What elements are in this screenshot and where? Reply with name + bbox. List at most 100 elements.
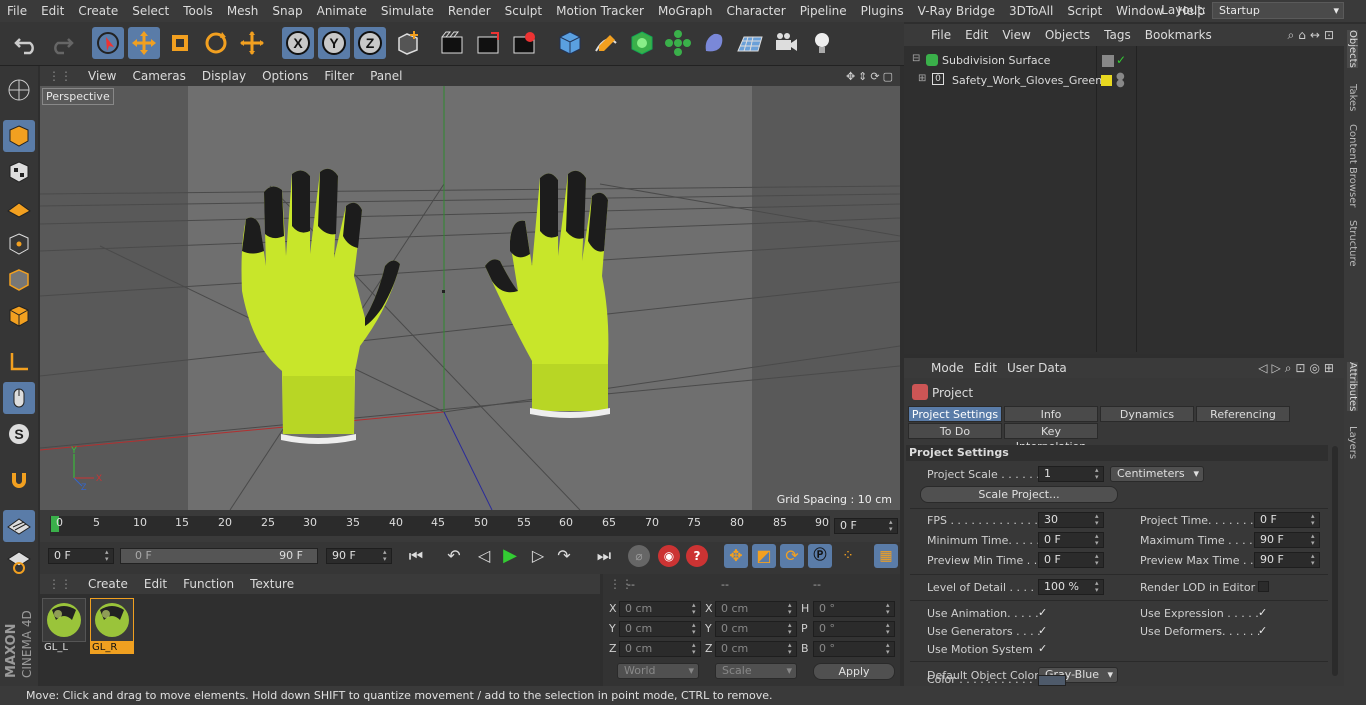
timeline-ruler[interactable]: 0 5 10 15 20 25 30 35 40 45 50 55 60 65 … <box>40 510 900 542</box>
axis-mode-icon[interactable] <box>3 346 35 378</box>
tab-referencing[interactable]: Referencing <box>1196 406 1290 422</box>
live-selection-icon[interactable] <box>92 27 124 59</box>
menu-create[interactable]: Create <box>71 0 125 22</box>
menu-snap[interactable]: Snap <box>265 0 309 22</box>
attr-nav-icons[interactable]: ◁▷⌕⊡◎⊞ <box>1258 361 1344 376</box>
menu-motion-tracker[interactable]: Motion Tracker <box>549 0 651 22</box>
use-generators-checkbox[interactable]: ✓ <box>1038 625 1050 637</box>
coord-space-dropdown[interactable]: World <box>617 663 699 679</box>
light-icon[interactable] <box>806 27 838 59</box>
z-axis-lock-icon[interactable]: Z <box>354 27 386 59</box>
pos-x-field[interactable]: 0 cm <box>619 601 701 617</box>
obj-menu-edit[interactable]: Edit <box>958 28 995 42</box>
obj-menu-view[interactable]: View <box>995 28 1037 42</box>
attr-menu-mode[interactable]: Mode <box>926 361 969 375</box>
subdivision-surface-icon[interactable] <box>626 27 658 59</box>
workplane-mode-icon[interactable] <box>3 192 35 224</box>
record-active-keys-icon[interactable]: ◉ <box>658 545 680 567</box>
pos-y-field[interactable]: 0 cm <box>619 621 701 637</box>
use-deformers-checkbox[interactable]: ✓ <box>1258 625 1270 637</box>
viewport-menu-view[interactable]: View <box>80 69 124 83</box>
fps-field[interactable]: 30 <box>1038 512 1104 528</box>
level-of-detail-field[interactable]: 100 % <box>1038 579 1104 595</box>
render-settings-icon[interactable] <box>508 27 540 59</box>
menu-3dtoall[interactable]: 3DToAll <box>1002 0 1060 22</box>
obj-menu-bookmarks[interactable]: Bookmarks <box>1138 28 1219 42</box>
model-mode-icon[interactable] <box>3 120 35 152</box>
transform-tool-icon[interactable] <box>236 27 268 59</box>
render-to-picture-viewer-icon[interactable] <box>472 27 504 59</box>
project-scale-unit-dropdown[interactable]: Centimeters <box>1110 466 1204 482</box>
menu-tools[interactable]: Tools <box>176 0 220 22</box>
pos-z-field[interactable]: 0 cm <box>619 641 701 657</box>
material-menu-create[interactable]: Create <box>80 577 136 591</box>
viewport-menu-filter[interactable]: Filter <box>316 69 362 83</box>
go-to-end-icon[interactable]: ⏭ <box>592 544 616 568</box>
workplane-lock-icon[interactable] <box>3 510 35 542</box>
visibility-toggle[interactable] <box>1102 55 1114 67</box>
cube-primitive-icon[interactable] <box>554 27 586 59</box>
enabled-check-icon[interactable]: ✓ <box>1116 53 1126 67</box>
previous-key-icon[interactable]: ↶ <box>442 544 466 568</box>
menu-sculpt[interactable]: Sculpt <box>498 0 549 22</box>
tab-content-browser[interactable]: Content Browser <box>1347 124 1358 207</box>
current-frame-field[interactable]: 0 F <box>834 518 898 534</box>
material-menu-function[interactable]: Function <box>175 577 242 591</box>
menu-edit[interactable]: Edit <box>34 0 71 22</box>
material-menu-texture[interactable]: Texture <box>242 577 302 591</box>
preview-min-time-field[interactable]: 0 F <box>1038 552 1104 568</box>
texture-mode-icon[interactable] <box>3 156 35 188</box>
undo-icon[interactable] <box>10 27 42 59</box>
visibility-dots[interactable]: ● ● <box>1116 72 1125 89</box>
menu-render[interactable]: Render <box>441 0 498 22</box>
tab-project-settings[interactable]: Project Settings <box>908 406 1002 422</box>
camera-label[interactable]: Perspective <box>42 88 114 105</box>
tab-layers[interactable]: Layers <box>1347 426 1358 459</box>
tab-takes[interactable]: Takes <box>1347 84 1358 111</box>
floor-icon[interactable] <box>734 27 766 59</box>
go-to-start-icon[interactable]: ⏮ <box>404 544 428 568</box>
tab-attributes[interactable]: Attributes <box>1347 362 1358 412</box>
frame-range-slider[interactable]: 0 F 90 F <box>120 548 318 564</box>
menu-mograph[interactable]: MoGraph <box>651 0 720 22</box>
points-mode-icon[interactable] <box>3 228 35 260</box>
autokeying-icon[interactable]: ? <box>686 545 708 567</box>
snap-icon[interactable]: S <box>3 418 35 450</box>
start-frame-field[interactable]: 0 F <box>48 548 114 564</box>
menu-vray-bridge[interactable]: V-Ray Bridge <box>911 0 1002 22</box>
obj-menu-file[interactable]: File <box>924 28 958 42</box>
camera-icon[interactable] <box>770 27 802 59</box>
viewport-menu-options[interactable]: Options <box>254 69 316 83</box>
size-y-field[interactable]: 0 cm <box>715 621 797 637</box>
rotate-tool-icon[interactable] <box>200 27 232 59</box>
move-tool-icon[interactable] <box>128 27 160 59</box>
rot-p-field[interactable]: 0 ° <box>813 621 895 637</box>
scale-tool-icon[interactable] <box>164 27 196 59</box>
attr-menu-user-data[interactable]: User Data <box>1002 361 1072 375</box>
color-swatch[interactable] <box>1038 675 1066 686</box>
tree-item-subdivision-surface[interactable]: ⊟ Subdivision Surface <box>912 53 1098 71</box>
deformer-icon[interactable] <box>698 27 730 59</box>
menu-file[interactable]: File <box>0 0 34 22</box>
next-key-icon[interactable]: ↷ <box>552 544 576 568</box>
edges-mode-icon[interactable] <box>3 264 35 296</box>
layer-color-swatch[interactable] <box>1101 75 1112 86</box>
render-view-icon[interactable] <box>436 27 468 59</box>
tab-to-do[interactable]: To Do <box>908 423 1002 439</box>
tweak-mode-icon[interactable] <box>3 382 35 414</box>
record-disabled-icon[interactable]: ⌀ <box>628 545 650 567</box>
magnet-icon[interactable] <box>3 464 35 496</box>
attr-scrollbar[interactable] <box>1332 446 1338 676</box>
menu-pipeline[interactable]: Pipeline <box>793 0 854 22</box>
key-position-icon[interactable]: ✥ <box>724 544 748 568</box>
expand-icon[interactable]: ⊞ <box>918 73 926 84</box>
key-pla-icon[interactable]: ⁘ <box>836 544 860 568</box>
menu-character[interactable]: Character <box>719 0 792 22</box>
material-menu-edit[interactable]: Edit <box>136 577 175 591</box>
make-editable-icon[interactable] <box>3 74 35 106</box>
polygons-mode-icon[interactable] <box>3 300 35 332</box>
maximum-time-field[interactable]: 90 F <box>1254 532 1320 548</box>
use-motion-system-checkbox[interactable]: ✓ <box>1038 643 1050 655</box>
coordinate-system-icon[interactable] <box>392 27 424 59</box>
key-parameter-icon[interactable]: Ⓟ <box>808 544 832 568</box>
